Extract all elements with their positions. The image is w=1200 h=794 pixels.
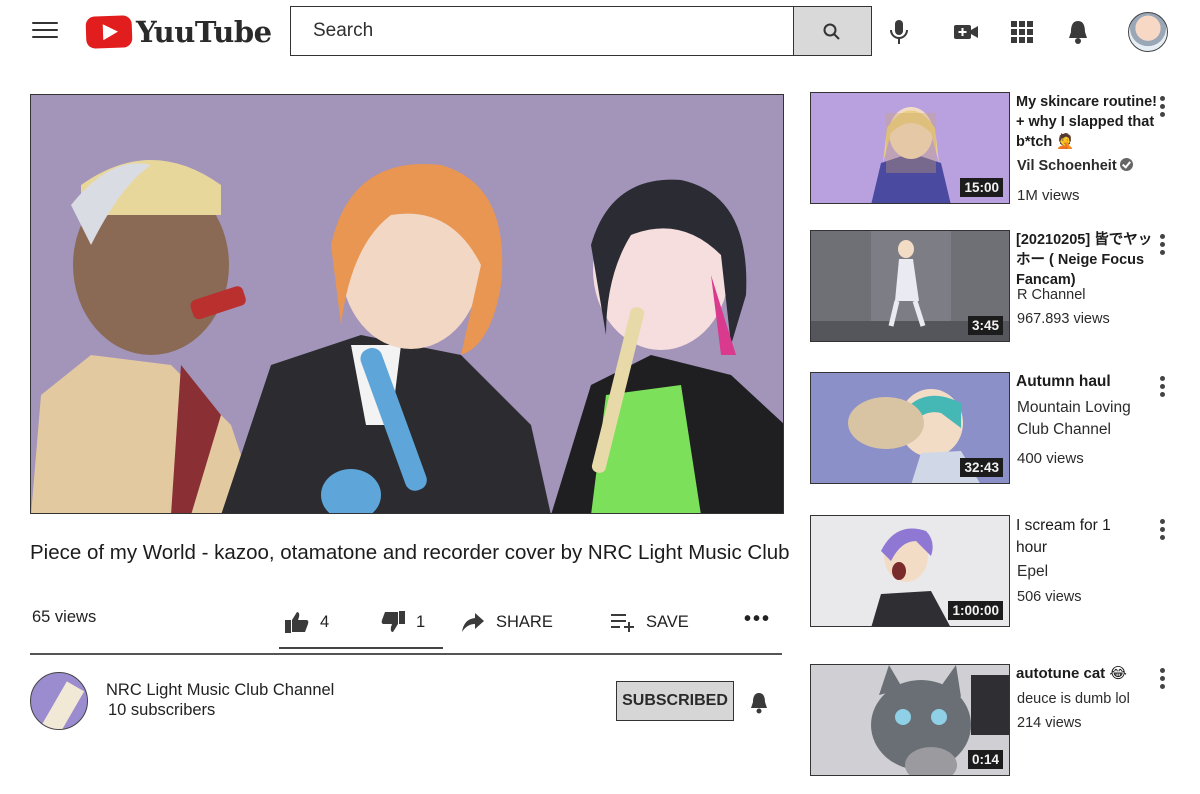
recommended-views: 967.893 views: [1017, 311, 1110, 327]
hamburger-menu-icon[interactable]: [32, 22, 58, 42]
search-input[interactable]: [291, 7, 793, 55]
like-ratio-bar: [279, 647, 443, 649]
video-thumbnail: 1:00:00: [810, 515, 1010, 627]
recommended-channel: Vil Schoenheit: [1017, 157, 1133, 175]
recommended-channel: deuce is dumb lol: [1017, 691, 1130, 707]
recommended-channel: Epel: [1017, 563, 1049, 580]
recommended-channel: Mountain Loving Club Channel: [1017, 399, 1131, 438]
kebab-menu-icon[interactable]: [1160, 668, 1168, 692]
recommended-video[interactable]: 1:00:00 I scream for 1 hour Epel 506 vie…: [810, 515, 1190, 633]
thumbs-down-icon: [381, 611, 405, 632]
video-player[interactable]: [30, 94, 784, 514]
recommended-video-title: autotune cat 😂: [1016, 665, 1127, 682]
video-frame-illustration: [31, 95, 783, 513]
search-box: [290, 6, 794, 56]
subscriber-count: 10 subscribers: [108, 701, 216, 719]
channel-label: Vil Schoenheit: [1017, 158, 1117, 174]
video-duration: 32:43: [960, 458, 1003, 477]
video-duration: 0:14: [967, 750, 1003, 769]
video-duration: 3:45: [967, 316, 1003, 335]
play-logo-icon: [85, 15, 133, 49]
more-actions-button[interactable]: •••: [744, 604, 771, 634]
video-thumbnail: 15:00: [810, 92, 1010, 204]
like-button[interactable]: 4: [284, 607, 329, 637]
channel-name[interactable]: NRC Light Music Club Channel: [106, 681, 334, 700]
view-count: 65 views: [32, 608, 97, 626]
like-count: 4: [320, 612, 330, 631]
recommended-video-title: My skincare routine! + why I slapped tha…: [1016, 94, 1158, 150]
recommended-video[interactable]: 3:45 [20210205] 皆でヤッホー ( Neige Focus Fan…: [810, 230, 1190, 348]
save-label: SAVE: [646, 612, 689, 631]
recommended-video-title: [20210205] 皆でヤッホー ( Neige Focus Fancam): [1016, 232, 1153, 288]
video-thumbnail: 0:14: [810, 664, 1010, 776]
recommended-video[interactable]: 0:14 autotune cat 😂 deuce is dumb lol 21…: [810, 664, 1190, 782]
user-avatar[interactable]: [1128, 12, 1168, 52]
save-button[interactable]: SAVE: [610, 607, 689, 637]
kebab-menu-icon[interactable]: [1160, 519, 1168, 543]
video-thumbnail: 32:43: [810, 372, 1010, 484]
channel-avatar[interactable]: [30, 672, 88, 730]
recommended-views: 214 views: [1017, 715, 1082, 731]
recommended-views: 1M views: [1017, 187, 1080, 204]
recommended-channel: R Channel: [1017, 287, 1086, 303]
verified-badge-icon: [1119, 158, 1133, 171]
add-to-playlist-icon: [611, 614, 634, 632]
search-button[interactable]: [794, 6, 872, 56]
subscribed-button[interactable]: SUBSCRIBED: [616, 681, 734, 721]
kebab-menu-icon[interactable]: [1160, 376, 1168, 400]
video-thumbnail: 3:45: [810, 230, 1010, 342]
search-icon: [823, 23, 840, 40]
divider: [30, 653, 782, 655]
video-title: Piece of my World - kazoo, otamatone and…: [30, 541, 790, 564]
thumbs-up-icon: [285, 612, 309, 633]
logo[interactable]: YuuTube: [85, 14, 272, 50]
kebab-menu-icon[interactable]: [1160, 234, 1168, 258]
share-button[interactable]: SHARE: [460, 607, 553, 637]
share-arrow-icon: [462, 613, 484, 632]
dislike-button[interactable]: 1: [380, 607, 425, 637]
video-duration: 1:00:00: [948, 601, 1003, 620]
create-video-icon[interactable]: [952, 18, 980, 46]
recommended-video[interactable]: 32:43 Autumn haul Mountain Loving Club C…: [810, 372, 1190, 490]
recommended-views: 400 views: [1017, 450, 1084, 467]
channel-notification-bell-icon[interactable]: [748, 690, 770, 716]
recommended-video[interactable]: 15:00 My skincare routine! + why I slapp…: [810, 92, 1190, 210]
logo-text: YuuTube: [136, 15, 272, 49]
dislike-count: 1: [416, 612, 426, 631]
recommended-video-title: I scream for 1 hour: [1016, 517, 1111, 556]
recommended-video-title: Autumn haul: [1016, 373, 1111, 390]
kebab-menu-icon[interactable]: [1160, 96, 1168, 120]
video-duration: 15:00: [960, 178, 1003, 197]
apps-grid-icon[interactable]: [1010, 18, 1034, 46]
recommended-views: 506 views: [1017, 589, 1082, 605]
share-label: SHARE: [496, 612, 553, 631]
top-bar: YuuTube: [0, 0, 1200, 64]
notifications-bell-icon[interactable]: [1066, 18, 1090, 46]
microphone-icon[interactable]: [888, 18, 910, 46]
